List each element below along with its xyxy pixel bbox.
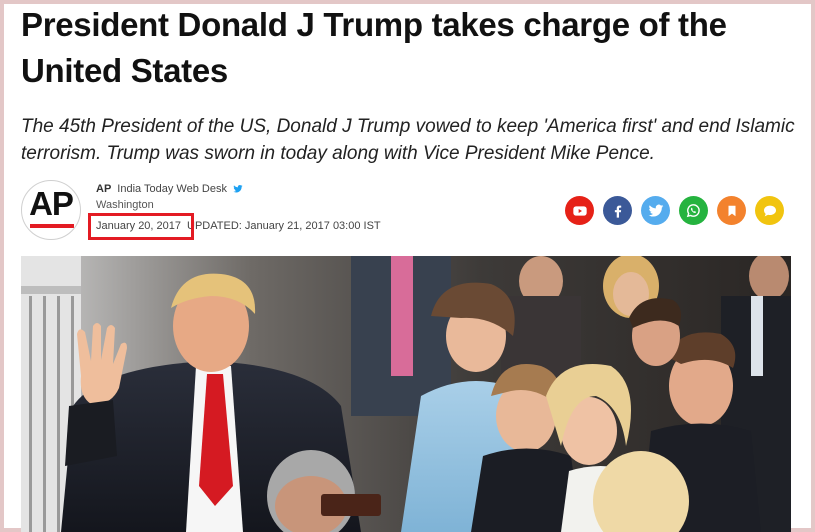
facebook-icon (614, 205, 621, 218)
article-headline: President Donald J Trump takes charge of… (21, 6, 727, 89)
author-meta: AP India Today Web Desk Washington (96, 183, 243, 211)
inauguration-illustration (21, 256, 791, 532)
youtube-icon (572, 205, 587, 216)
bookmark-icon (728, 205, 735, 216)
share-bar (565, 196, 784, 225)
whatsapp-share-button[interactable] (679, 196, 708, 225)
source-name[interactable]: AP (96, 183, 111, 195)
comment-button[interactable] (755, 196, 784, 225)
youtube-share-button[interactable] (565, 196, 594, 225)
published-date-highlight-box (88, 213, 194, 240)
updated-date: UPDATED: January 21, 2017 03:00 IST (187, 220, 381, 232)
facebook-share-button[interactable] (603, 196, 632, 225)
twitter-share-button[interactable] (641, 196, 670, 225)
logo-text: AP (29, 185, 74, 222)
inauguration-photo[interactable] (21, 256, 791, 532)
dateline-location: Washington (96, 199, 154, 211)
twitter-verified-icon[interactable] (233, 184, 243, 194)
whatsapp-icon (686, 204, 700, 218)
author-logo[interactable]: AP (21, 180, 81, 240)
byline: AP India Today Web Desk (96, 183, 243, 195)
logo-accent-bar (30, 224, 74, 228)
bookmark-button[interactable] (717, 196, 746, 225)
article-summary: The 45th President of the US, Donald J T… (21, 116, 795, 164)
twitter-icon (648, 204, 663, 217)
desk-name[interactable]: India Today Web Desk (117, 183, 227, 195)
comment-icon (763, 205, 776, 216)
